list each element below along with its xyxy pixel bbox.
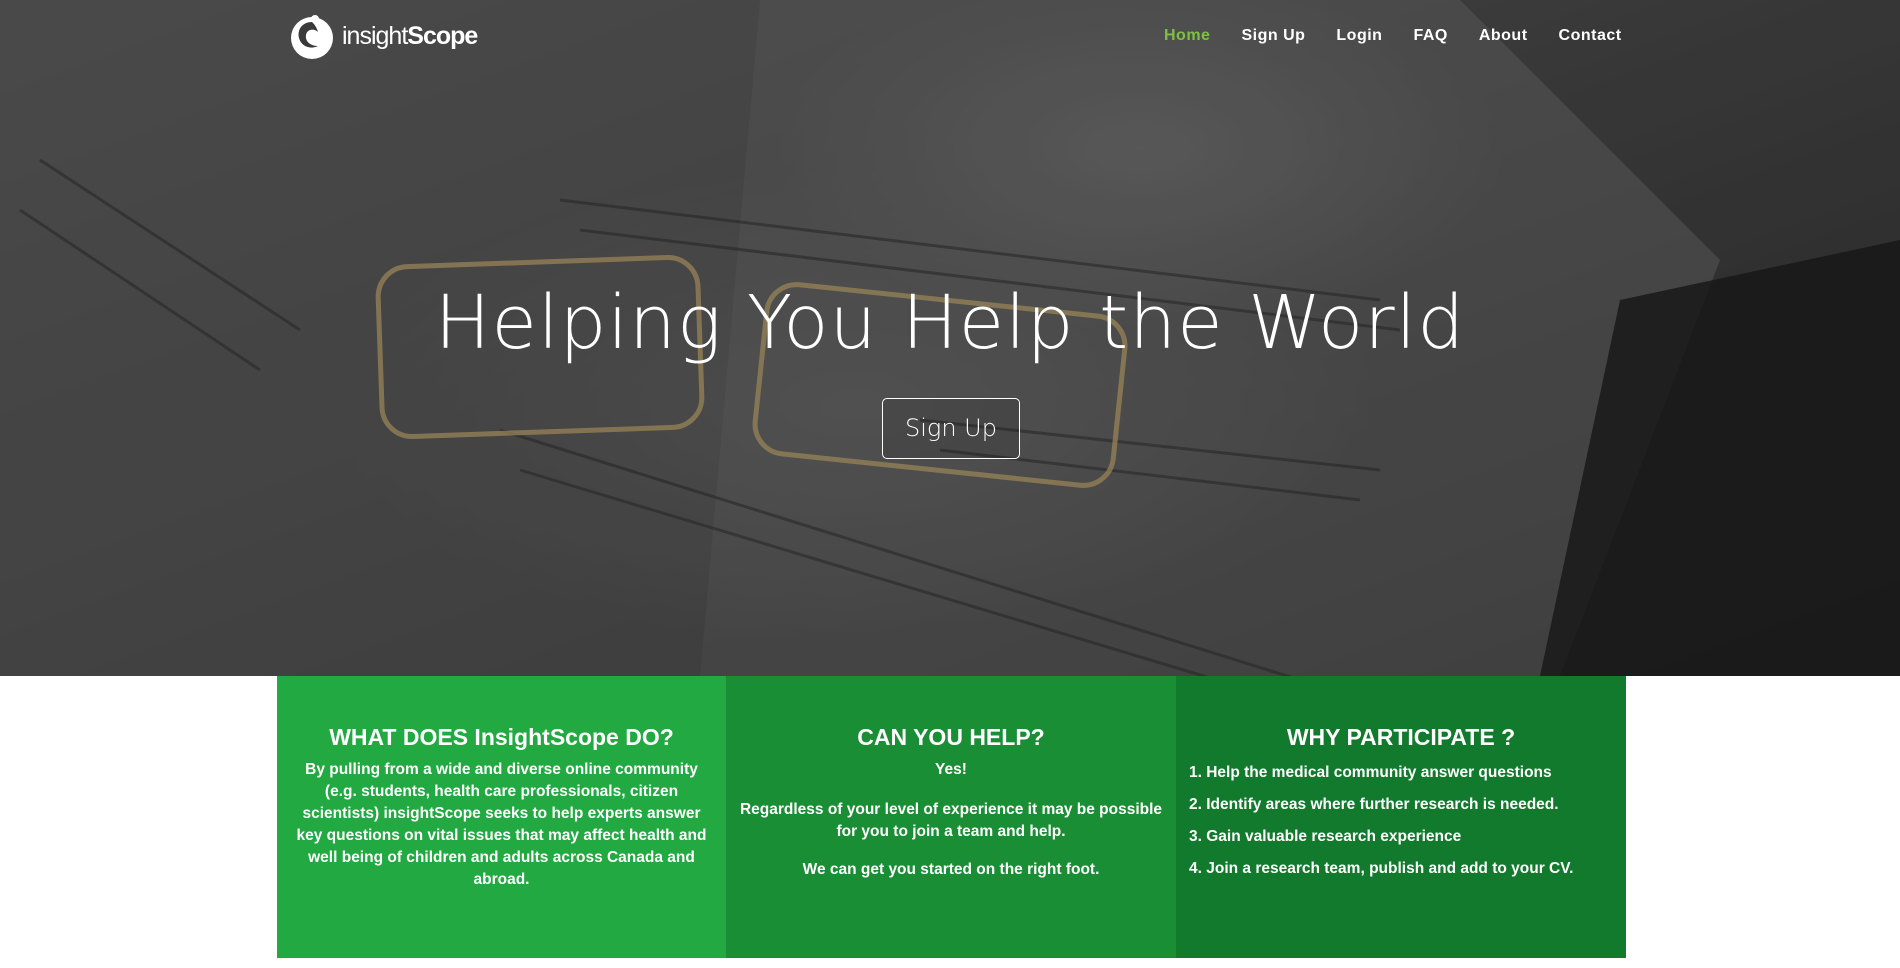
feature-why-list: 1. Help the medical community answer que… <box>1176 763 1626 879</box>
nav-sign-up[interactable]: Sign Up <box>1241 27 1305 45</box>
feature-what-body: By pulling from a wide and diverse onlin… <box>296 761 707 888</box>
logo-swirl-icon <box>291 15 333 59</box>
list-item: 2. Identify areas where further research… <box>1189 796 1559 813</box>
feature-why-title: WHY PARTICIPATE ? <box>1286 724 1516 750</box>
nav-faq[interactable]: FAQ <box>1413 27 1447 45</box>
hero-section: insightScope Home Sign Up Login FAQ Abou… <box>0 0 1900 676</box>
list-item: 1. Help the medical community answer que… <box>1189 764 1552 781</box>
feature-help-title: CAN YOU HELP? <box>857 724 1045 750</box>
feature-what-title: WHAT DOES InsightScope DO? <box>329 724 674 750</box>
features-section: WHAT DOES InsightScope DO? By pulling fr… <box>277 676 1626 958</box>
feature-help-body: Regardless of your level of experience i… <box>739 801 1163 840</box>
nav-contact[interactable]: Contact <box>1559 27 1622 45</box>
feature-help-closing: We can get you started on the right foot… <box>802 861 1100 878</box>
feature-why-panel: WHY PARTICIPATE ? 1. Help the medical co… <box>1176 676 1626 958</box>
nav-login[interactable]: Login <box>1336 27 1382 45</box>
main-nav: Home Sign Up Login FAQ About Contact <box>1164 24 1622 48</box>
hero-sign-up-button[interactable]: Sign Up <box>882 398 1020 459</box>
feature-what-panel: WHAT DOES InsightScope DO? By pulling fr… <box>277 676 726 958</box>
nav-home[interactable]: Home <box>1164 27 1210 45</box>
nav-about[interactable]: About <box>1479 27 1528 45</box>
hero-title: Helping You Help the World <box>434 280 1466 366</box>
list-item: 3. Gain valuable research experience <box>1189 828 1462 845</box>
brand-logo[interactable]: insightScope <box>288 10 478 62</box>
feature-help-panel: CAN YOU HELP? Yes! Regardless of your le… <box>726 676 1176 958</box>
feature-help-answer: Yes! <box>935 761 967 778</box>
list-item: 4. Join a research team, publish and add… <box>1189 860 1574 877</box>
brand-name: insightScope <box>342 21 478 50</box>
